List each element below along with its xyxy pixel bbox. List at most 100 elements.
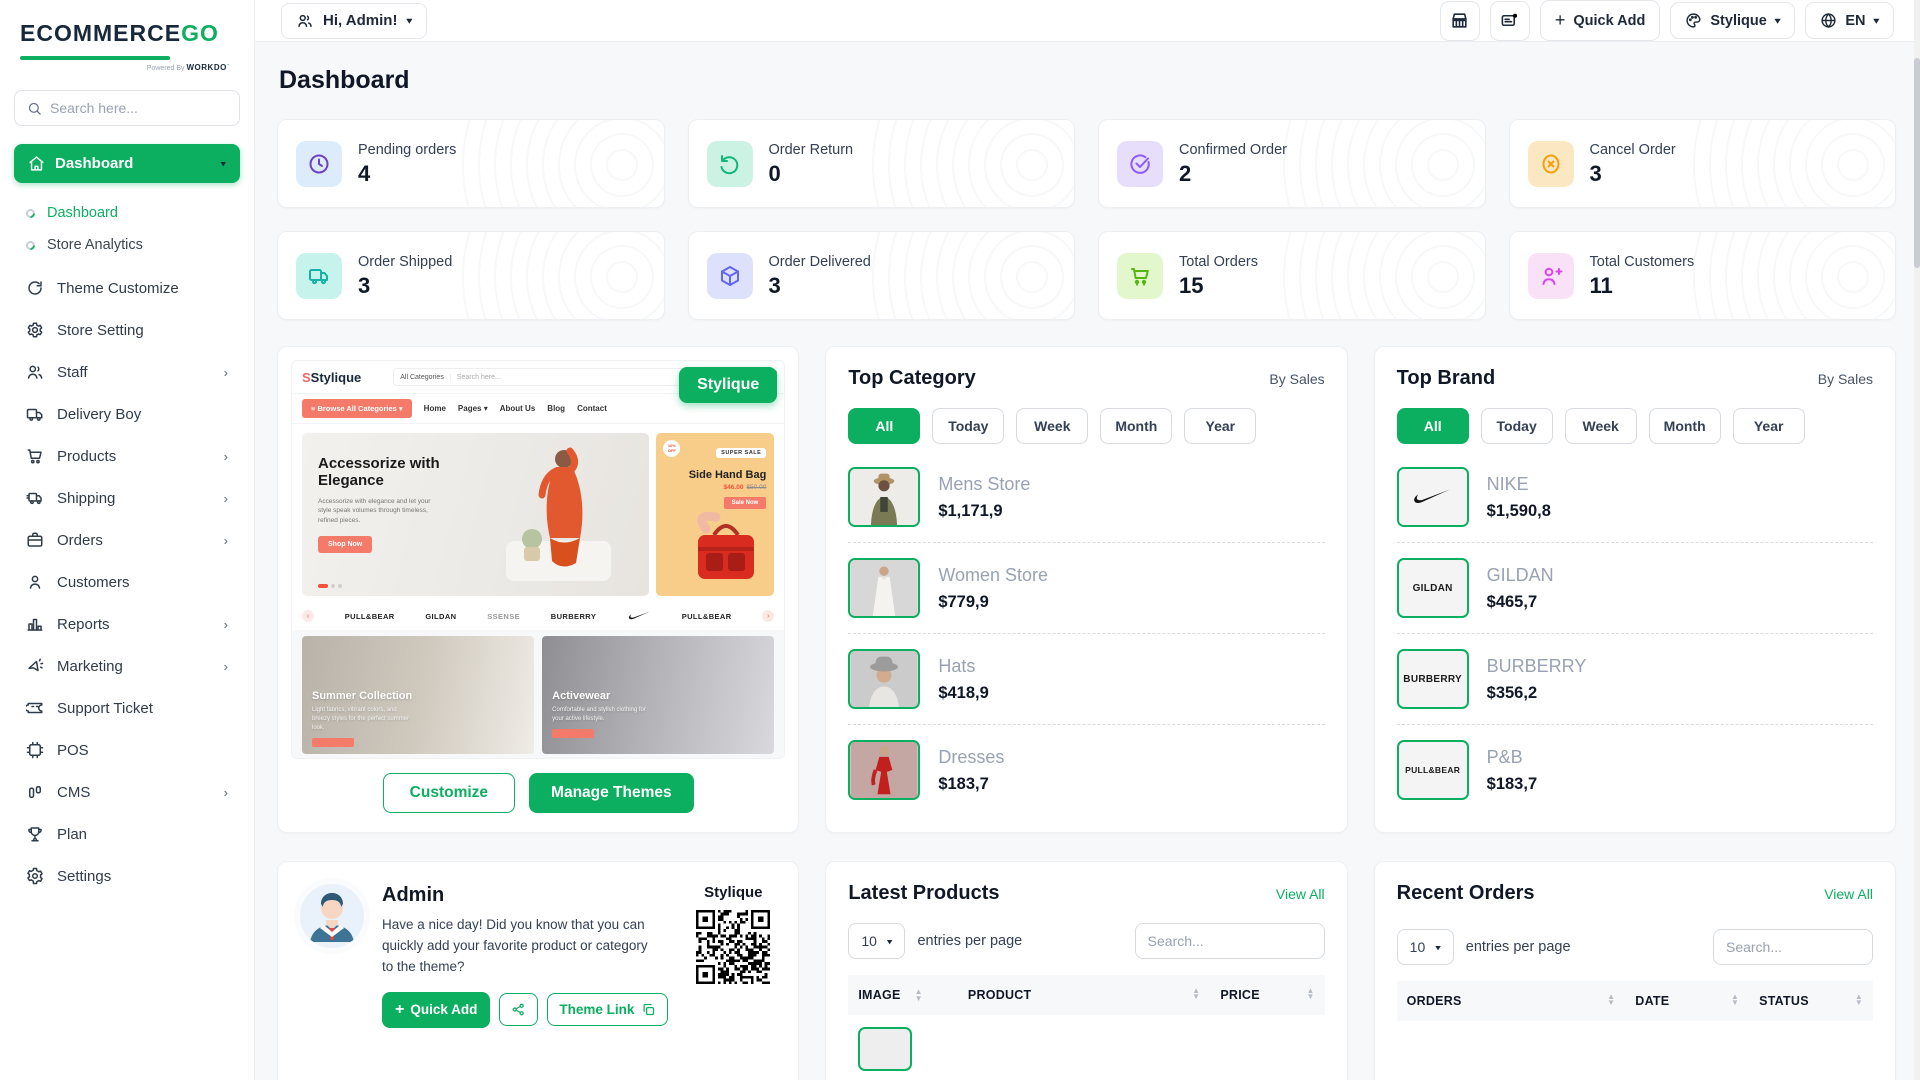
sidebar-group-dashboard[interactable]: Dashboard ▾	[14, 144, 240, 183]
mini-card-summer: Summer Collection Light fabrics, vibrant…	[302, 636, 534, 754]
brand-row-burberry: BURBERRY BURBERRY $356,2	[1397, 634, 1873, 725]
search-input[interactable]	[50, 100, 227, 116]
recent-orders-controls: 10▾ entries per page	[1397, 929, 1873, 965]
table-search-input[interactable]	[1713, 929, 1873, 965]
sidebar-group-label: Dashboard	[55, 155, 210, 172]
tab-month[interactable]: Month	[1100, 408, 1172, 444]
reports-icon	[26, 615, 44, 633]
language-select-button[interactable]: EN ▾	[1805, 2, 1894, 39]
mini-shop-now-button: Shop Now	[318, 536, 372, 553]
column-header-price[interactable]: PRICE▲▼	[1210, 975, 1324, 1015]
tab-year[interactable]: Year	[1184, 408, 1256, 444]
sidebar-item-orders[interactable]: Orders ›	[14, 519, 240, 561]
nike-logo	[1397, 467, 1469, 527]
per-page-select[interactable]: 10▾	[1397, 929, 1454, 965]
table-search-input[interactable]	[1135, 923, 1325, 959]
manage-themes-button[interactable]: Manage Themes	[529, 773, 694, 813]
sidebar-item-shipping[interactable]: Shipping ›	[14, 477, 240, 519]
return-icon	[707, 141, 753, 187]
tab-today[interactable]: Today	[932, 408, 1004, 444]
column-header-date[interactable]: DATE▲▼	[1625, 981, 1749, 1021]
table-row[interactable]	[848, 1015, 1324, 1080]
stat-card-total-customers: Total Customers11	[1509, 231, 1897, 320]
tab-today[interactable]: Today	[1481, 408, 1553, 444]
sidebar-item-pos[interactable]: POS	[14, 729, 240, 771]
admin-menu-button[interactable]: Hi, Admin! ▾	[281, 3, 427, 39]
gildan-logo: GILDAN	[1397, 558, 1469, 618]
sidebar-item-settings[interactable]: Settings	[14, 855, 240, 897]
sort-icon: ▲▼	[1855, 994, 1863, 1007]
sidebar-item-cms[interactable]: CMS ›	[14, 771, 240, 813]
sort-icon: ▲▼	[1306, 988, 1314, 1001]
customize-button[interactable]: Customize	[383, 773, 515, 813]
page-scrollbar[interactable]	[1914, 0, 1920, 1080]
copy-icon	[641, 1002, 656, 1017]
scrollbar-thumb[interactable]	[1914, 58, 1920, 268]
tab-week[interactable]: Week	[1565, 408, 1637, 444]
carousel-prev-icon: ‹	[302, 610, 314, 622]
mini-hero-banner: Accessorize with Elegance Accessorize wi…	[302, 433, 649, 596]
sort-icon: ▲▼	[1192, 988, 1200, 1001]
theme-link-button[interactable]: Theme Link	[547, 993, 668, 1026]
view-all-link[interactable]: View All	[1824, 886, 1873, 902]
tab-all[interactable]: All	[1397, 408, 1469, 444]
sidebar-item-staff[interactable]: Staff ›	[14, 351, 240, 393]
chevron-right-icon: ›	[224, 659, 228, 674]
sidebar-item-products[interactable]: Products ›	[14, 435, 240, 477]
subitem-label: Store Analytics	[47, 237, 143, 253]
sidebar-item-marketing[interactable]: Marketing ›	[14, 645, 240, 687]
stats-grid: Pending orders4 Order Return0 Confirmed …	[277, 119, 1896, 320]
column-header-image[interactable]: IMAGE▲▼	[848, 975, 958, 1015]
users-icon	[296, 12, 314, 30]
newsletter-icon	[1500, 11, 1519, 30]
user-plus-icon	[1528, 253, 1574, 299]
quick-add-button[interactable]: + Quick Add	[1540, 0, 1661, 41]
sort-icon: ▲▼	[1731, 994, 1739, 1007]
sidebar-item-customers[interactable]: Customers	[14, 561, 240, 603]
sidebar-submenu: Dashboard Store Analytics	[14, 197, 240, 261]
stat-card-order-return: Order Return0	[688, 119, 1076, 208]
mini-card-button	[552, 729, 594, 738]
share-button[interactable]	[499, 993, 538, 1026]
sidebar-subitem-dashboard[interactable]: Dashboard	[14, 197, 240, 229]
column-header-orders[interactable]: ORDERS▲▼	[1397, 981, 1626, 1021]
cart-icon	[1117, 253, 1163, 299]
sidebar-item-reports[interactable]: Reports ›	[14, 603, 240, 645]
column-header-status[interactable]: STATUS▲▼	[1749, 981, 1873, 1021]
sidebar-item-delivery-boy[interactable]: Delivery Boy	[14, 393, 240, 435]
carousel-dots	[318, 584, 342, 588]
top-brand-panel: Top Brand By Sales All Today Week Month …	[1374, 346, 1896, 833]
brand-row-nike: NIKE $1,590,8	[1397, 452, 1873, 543]
sidebar-item-support-ticket[interactable]: Support Ticket	[14, 687, 240, 729]
theme-select-button[interactable]: Stylique ▾	[1670, 2, 1795, 39]
category-row-dresses: Dresses $183,7	[848, 725, 1324, 815]
view-all-link[interactable]: View All	[1276, 886, 1325, 902]
sidebar-search[interactable]	[14, 90, 240, 126]
sidebar-subitem-store-analytics[interactable]: Store Analytics	[14, 229, 240, 261]
bullet-ring-icon	[24, 239, 37, 252]
theme-preview-site[interactable]: SStylique All Categories Search here... …	[291, 360, 785, 759]
tab-year[interactable]: Year	[1733, 408, 1805, 444]
product-thumbnail	[858, 1027, 912, 1071]
mini-nav-home: Home	[424, 404, 446, 413]
plan-icon	[26, 825, 44, 843]
tab-week[interactable]: Week	[1016, 408, 1088, 444]
chevron-down-icon: ▾	[1775, 15, 1781, 25]
sidebar-item-theme-customize[interactable]: Theme Customize	[14, 267, 240, 309]
burberry-logo: BURBERRY	[1397, 649, 1469, 709]
cms-icon	[26, 783, 44, 801]
admin-message: Have a nice day! Did you know that you c…	[382, 915, 662, 978]
quick-add-button[interactable]: +Quick Add	[382, 992, 490, 1028]
mini-nav-contact: Contact	[577, 404, 607, 413]
sidebar-item-plan[interactable]: Plan	[14, 813, 240, 855]
sidebar: ECOMMERCEGO Powered By WORKDO˙ Dashboard…	[0, 0, 255, 1080]
tab-all[interactable]: All	[848, 408, 920, 444]
sidebar-item-store-setting[interactable]: Store Setting	[14, 309, 240, 351]
newsletter-button[interactable]	[1490, 1, 1530, 41]
chevron-right-icon: ›	[224, 491, 228, 506]
tab-month[interactable]: Month	[1649, 408, 1721, 444]
theme-customize-icon	[26, 279, 44, 297]
storefront-button[interactable]	[1440, 1, 1480, 41]
per-page-select[interactable]: 10▾	[848, 923, 905, 959]
column-header-product[interactable]: PRODUCT▲▼	[958, 975, 1210, 1015]
